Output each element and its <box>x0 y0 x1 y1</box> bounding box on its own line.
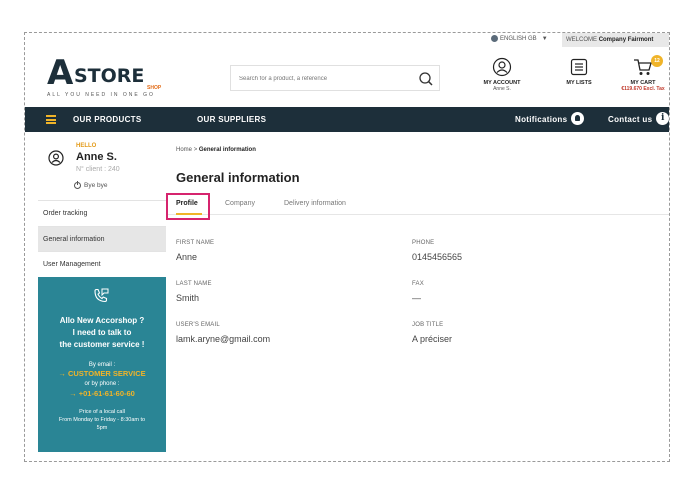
first-name-value: Anne <box>176 252 198 262</box>
tab-delivery-information[interactable]: Delivery information <box>284 200 346 207</box>
page-title: General information <box>176 170 300 185</box>
phone-label: PHONE <box>412 240 435 246</box>
by-email-label: By email : <box>88 362 116 368</box>
service-hours-1: From Monday to Friday - 8:30am to <box>58 417 146 423</box>
nav-notifications[interactable]: Notifications <box>515 107 585 132</box>
cart-total: €119.670 Excl. Tax <box>621 86 665 92</box>
lists-label: MY LISTS <box>566 80 592 86</box>
email-value: lamk.aryne@gmail.com <box>176 334 271 344</box>
breadcrumb-current: General information <box>198 147 256 153</box>
by-phone-label: or by phone : <box>84 381 120 387</box>
info-icon: i <box>656 112 670 126</box>
nav-our-suppliers[interactable]: OUR SUPPLIERS <box>197 107 266 132</box>
breadcrumb-separator: > <box>193 147 198 153</box>
service-hours-2: 5pm <box>96 425 108 431</box>
service-heading: Allo New Accorshop ? I need to talk to t… <box>38 315 166 351</box>
profile-box: HELLO Anne S. N° client : 240 Bye bye <box>38 132 166 200</box>
contact-label: Contact us <box>608 115 653 124</box>
client-number: N° client : 240 <box>76 166 120 173</box>
language-selector[interactable]: ENGLISH GB ▼ <box>491 35 548 42</box>
search-input[interactable] <box>239 72 399 85</box>
power-icon <box>74 181 81 189</box>
service-line-2: I need to talk to <box>72 328 132 337</box>
user-name: Anne S. <box>76 151 117 163</box>
menu-icon[interactable] <box>46 115 56 124</box>
breadcrumb-home[interactable]: Home <box>176 147 192 153</box>
logo-tagline: ALL YOU NEED IN ONE GO <box>47 92 155 98</box>
phone-icon <box>94 288 109 303</box>
tab-company[interactable]: Company <box>225 200 255 207</box>
nav-our-products[interactable]: OUR PRODUCTS <box>73 107 142 132</box>
logo-word: STORE <box>74 65 145 87</box>
logo-shop: SHOP <box>147 85 162 91</box>
nav-contact-us[interactable]: Contact us i <box>608 107 670 132</box>
list-icon <box>570 58 588 76</box>
language-label: ENGLISH GB <box>500 35 537 42</box>
globe-icon <box>491 35 498 42</box>
logo-letter: A <box>47 53 73 93</box>
tab-bar: Profile Company Delivery information <box>166 195 669 215</box>
main-nav: OUR PRODUCTS OUR SUPPLIERS Notifications… <box>25 107 670 132</box>
phone-value: 0145456565 <box>412 252 463 262</box>
arrow-right-icon: → <box>58 369 66 378</box>
hello-label: HELLO <box>76 143 97 149</box>
customer-service-label: CUSTOMER SERVICE <box>67 369 146 378</box>
fax-value: — <box>412 293 421 303</box>
customer-service-box: Allo New Accorshop ? I need to talk to t… <box>38 277 166 452</box>
my-lists-button[interactable]: MY LISTS <box>561 57 597 86</box>
sidebar-item-order-tracking[interactable]: Order tracking <box>38 200 166 226</box>
service-line-1: Allo New Accorshop ? <box>59 316 145 325</box>
arrow-right-icon: → <box>69 389 77 398</box>
phone-number: +01-61-61-60-60 <box>78 389 135 398</box>
logout-label: Bye bye <box>84 182 108 189</box>
customer-service-link[interactable]: → CUSTOMER SERVICE <box>38 369 166 378</box>
first-name-label: FIRST NAME <box>176 240 215 246</box>
job-title-label: JOB TITLE <box>412 322 444 328</box>
notifications-label: Notifications <box>515 115 568 124</box>
breadcrumb: Home > General information <box>176 147 256 153</box>
logo[interactable]: A STORE SHOP ALL YOU NEED IN ONE GO <box>47 53 161 99</box>
caret-down-icon: ▼ <box>541 35 548 42</box>
fax-label: FAX <box>412 281 424 287</box>
welcome-prefix: WELCOME <box>566 37 598 43</box>
cart-count-badge: 12 <box>651 55 663 67</box>
phone-link[interactable]: → +01-61-61-60-60 <box>38 389 166 398</box>
search-icon[interactable] <box>417 71 435 87</box>
logout-button[interactable]: Bye bye <box>74 181 108 189</box>
my-cart-button[interactable]: 12 MY CART €119.670 Excl. Tax <box>617 55 669 92</box>
last-name-value: Smith <box>176 293 200 303</box>
my-account-button[interactable]: MY ACCOUNT Anne S. <box>477 57 527 92</box>
utility-bar: ENGLISH GB ▼ WELCOME Company Fairmont <box>25 33 669 47</box>
email-label: USER'S EMAIL <box>176 322 220 328</box>
highlight-box <box>166 193 210 220</box>
bell-icon <box>571 112 585 126</box>
user-icon <box>48 150 64 166</box>
welcome-box: WELCOME Company Fairmont <box>562 33 669 47</box>
header: A STORE SHOP ALL YOU NEED IN ONE GO MY A… <box>25 47 669 107</box>
last-name-label: LAST NAME <box>176 281 212 287</box>
sidebar-item-general-information[interactable]: General information <box>38 226 166 252</box>
call-price-note: Price of a local call <box>79 409 125 415</box>
account-user: Anne S. <box>493 86 511 92</box>
job-title-value: A préciser <box>412 334 453 344</box>
search-box <box>230 65 440 91</box>
user-icon <box>492 57 512 77</box>
service-line-3: the customer service ! <box>59 340 145 349</box>
sidebar-item-user-management[interactable]: User Management <box>38 251 166 277</box>
welcome-company: Company Fairmont <box>598 37 654 43</box>
